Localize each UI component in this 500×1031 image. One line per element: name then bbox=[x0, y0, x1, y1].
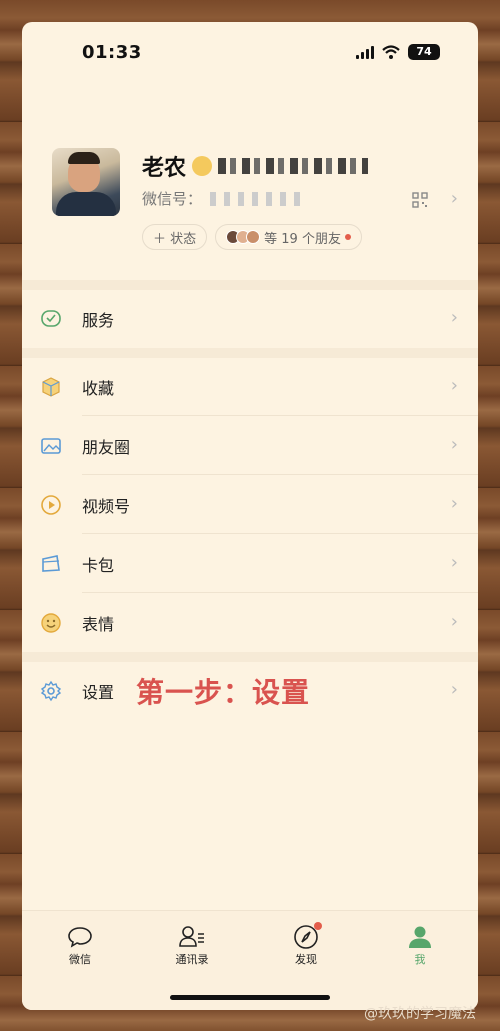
chevron-right-icon: › bbox=[450, 679, 458, 700]
watermark-text: @玖玖的学习魔法 bbox=[364, 1006, 476, 1022]
section-divider bbox=[22, 652, 478, 662]
tab-chats[interactable]: 微信 bbox=[50, 923, 110, 967]
gear-icon bbox=[40, 680, 62, 702]
blurred-wechat-id bbox=[210, 191, 301, 206]
wechat-pay-icon bbox=[40, 308, 62, 330]
menu-item-label: 表情 bbox=[82, 615, 115, 634]
tab-discover[interactable]: 发现 bbox=[276, 922, 336, 967]
menu-item-stickers[interactable]: 表情 › bbox=[22, 594, 478, 652]
discover-badge-dot bbox=[314, 922, 322, 930]
bottom-tab-bar: 微信 通讯录 发现 我 bbox=[22, 910, 478, 1010]
menu-item-channels[interactable]: 视频号 › bbox=[22, 476, 478, 534]
card-wallet-icon bbox=[40, 553, 62, 575]
tab-label: 微信 bbox=[69, 953, 91, 966]
phone-screen: 01:33 74 老农 微信号： › ＋ 状态 等 19 个朋友 服务 › 收藏… bbox=[22, 22, 478, 1010]
home-indicator[interactable] bbox=[170, 995, 330, 1000]
chat-bubble-icon bbox=[50, 923, 110, 951]
sticker-smile-icon bbox=[40, 612, 62, 634]
chevron-right-icon: › bbox=[450, 611, 458, 632]
contacts-icon bbox=[162, 923, 222, 951]
profile-name: 老农 bbox=[142, 156, 187, 181]
favorites-cube-icon bbox=[40, 376, 62, 398]
person-icon bbox=[390, 923, 450, 951]
chevron-right-icon: › bbox=[450, 188, 458, 209]
channels-play-icon bbox=[40, 494, 62, 516]
unread-dot bbox=[344, 234, 351, 240]
qr-code-icon[interactable] bbox=[412, 192, 428, 208]
section-divider bbox=[22, 348, 478, 358]
status-pills: ＋ 状态 等 19 个朋友 bbox=[142, 224, 362, 250]
emoji-icon bbox=[192, 156, 213, 176]
menu-item-label: 卡包 bbox=[82, 556, 115, 575]
profile-card[interactable]: 老农 微信号： › ＋ 状态 等 19 个朋友 bbox=[22, 142, 478, 282]
chevron-right-icon: › bbox=[450, 552, 458, 573]
wifi-icon bbox=[382, 45, 400, 59]
blurred-name bbox=[218, 158, 369, 174]
menu-item-favorites[interactable]: 收藏 › bbox=[22, 358, 478, 416]
compass-icon bbox=[276, 922, 336, 951]
wechat-id-row: 微信号： bbox=[142, 188, 301, 209]
signal-icon bbox=[356, 45, 374, 59]
profile-name-row: 老农 bbox=[142, 150, 369, 182]
status-bar: 01:33 74 bbox=[22, 22, 478, 80]
menu-item-label: 视频号 bbox=[82, 497, 131, 516]
moments-image-icon bbox=[40, 435, 62, 457]
avatar[interactable] bbox=[52, 148, 120, 216]
section-divider bbox=[22, 280, 478, 290]
tab-me[interactable]: 我 bbox=[390, 923, 450, 967]
step-annotation: 第一步：设置 bbox=[136, 676, 311, 709]
battery-icon: 74 bbox=[408, 44, 440, 60]
status-time: 01:33 bbox=[82, 42, 142, 63]
tab-label: 通讯录 bbox=[175, 953, 209, 966]
menu-item-label: 设置 bbox=[82, 683, 115, 702]
chevron-right-icon: › bbox=[450, 434, 458, 455]
tab-label: 我 bbox=[414, 953, 426, 966]
chevron-right-icon: › bbox=[450, 375, 458, 396]
chevron-right-icon: › bbox=[450, 307, 458, 328]
friends-count-text: 等 19 个朋友 bbox=[264, 231, 341, 247]
chevron-right-icon: › bbox=[450, 493, 458, 514]
menu-item-label: 朋友圈 bbox=[82, 438, 131, 457]
menu-item-moments[interactable]: 朋友圈 › bbox=[22, 417, 478, 475]
tab-label: 发现 bbox=[295, 953, 317, 966]
menu-item-settings[interactable]: 设置 第一步：设置 › bbox=[22, 662, 478, 720]
status-icons: 74 bbox=[356, 44, 440, 60]
menu-item-services[interactable]: 服务 › bbox=[22, 290, 478, 348]
tab-contacts[interactable]: 通讯录 bbox=[162, 923, 222, 967]
friends-status-button[interactable]: 等 19 个朋友 bbox=[215, 224, 362, 250]
add-status-button[interactable]: ＋ 状态 bbox=[142, 224, 208, 250]
menu-item-label: 收藏 bbox=[82, 379, 115, 398]
menu-item-card-wallet[interactable]: 卡包 › bbox=[22, 535, 478, 593]
menu-item-label: 服务 bbox=[82, 311, 115, 330]
wechat-id-label: 微信号： bbox=[142, 190, 203, 208]
friend-avatars bbox=[226, 230, 261, 244]
